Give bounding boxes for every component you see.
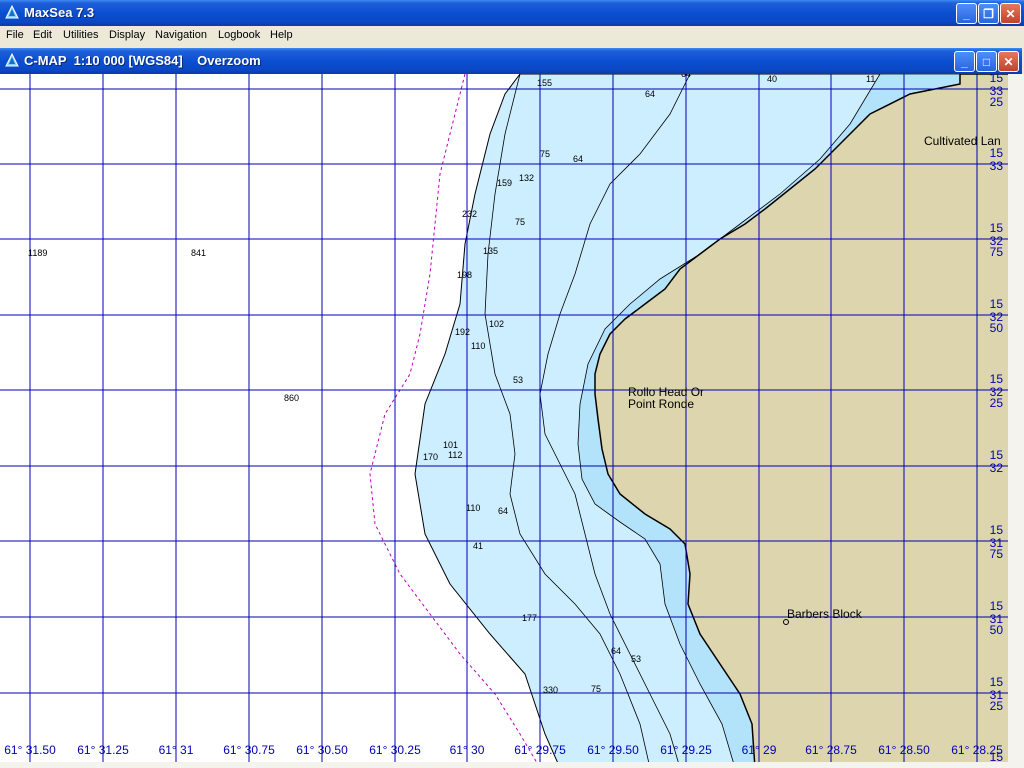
depth-sounding: 40 — [767, 74, 777, 84]
close-icon: ✕ — [1003, 54, 1014, 69]
depth-sounding: 155 — [537, 78, 552, 88]
depth-sounding: 177 — [522, 613, 537, 623]
menu-navigation[interactable]: Navigation — [155, 29, 207, 41]
longitude-label: 61° 29 — [742, 743, 777, 757]
longitude-label: 61° 30.75 — [223, 743, 275, 757]
longitude-label: 61° 29.50 — [587, 743, 639, 757]
latitude-label: 25 — [990, 699, 1004, 713]
depth-sounding: 198 — [457, 270, 472, 280]
longitude-label: 61° 30 — [450, 743, 485, 757]
depth-sounding: 64 — [611, 646, 621, 656]
depth-sounding: 75 — [591, 684, 601, 694]
depth-sounding: 64 — [498, 506, 508, 516]
longitude-label: 61° 31 — [159, 743, 194, 757]
depth-sounding: 110 — [466, 503, 480, 513]
latitude-label: 75 — [990, 245, 1004, 259]
close-icon: ✕ — [1005, 6, 1016, 21]
longitude-label: 61° 28.50 — [878, 743, 930, 757]
latitude-label: 15 — [990, 599, 1004, 613]
depth-sounding: 159 — [497, 178, 512, 188]
latitude-label: 15 — [990, 372, 1004, 386]
menu-help[interactable]: Help — [270, 29, 293, 41]
menu-edit[interactable]: Edit — [33, 29, 52, 41]
latitude-label: 15 — [990, 221, 1004, 235]
restore-button[interactable]: ❐ — [978, 3, 999, 24]
latitude-label: 33 — [990, 159, 1004, 173]
depth-sounding: 112 — [448, 450, 462, 460]
chart-vertical-scrollbar[interactable] — [1008, 74, 1024, 764]
depth-sounding: 330 — [543, 685, 558, 695]
restore-icon: ❐ — [983, 6, 994, 21]
chart-canvas[interactable]: Cultivated Lan Rollo Head Or Point Ronde… — [0, 74, 1024, 768]
depth-sounding: 64 — [573, 154, 583, 164]
longitude-label: 61° 31.50 — [4, 743, 56, 757]
depth-sounding: 170 — [423, 452, 438, 462]
longitude-scale: 61° 31.50 61° 31.25 61° 31 61° 30.75 61° 30.… — [4, 743, 1003, 757]
longitude-label: 61° 28.75 — [805, 743, 857, 757]
app-title-bar[interactable]: MaxSea 7.3 _ ❐ ✕ — [0, 0, 1024, 26]
nautical-chart[interactable]: Cultivated Lan Rollo Head Or Point Ronde… — [0, 74, 1024, 768]
latitude-label: 15 — [990, 297, 1004, 311]
longitude-label: 61° 31.25 — [77, 743, 129, 757]
latitude-label: 75 — [990, 547, 1004, 561]
depth-sounding: 1189 — [28, 248, 47, 258]
depth-sounding: 132 — [519, 173, 534, 183]
depth-sounding: 53 — [631, 654, 641, 664]
longitude-label: 61° 30.25 — [369, 743, 421, 757]
latitude-label: 15 — [990, 448, 1004, 462]
menu-bar: File Edit Utilities Display Navigation L… — [0, 26, 1024, 46]
depth-sounding: 135 — [483, 246, 498, 256]
depth-sounding: 841 — [191, 248, 206, 258]
label-barbers-block: Barbers Block — [787, 607, 863, 621]
menu-file[interactable]: File — [6, 29, 24, 41]
depth-sounding: 64 — [645, 89, 655, 99]
minimize-icon: _ — [963, 6, 970, 21]
depth-sounding: 860 — [284, 393, 299, 403]
latitude-label: 32 — [990, 461, 1004, 475]
depth-sounding: 64 — [681, 74, 691, 79]
latitude-label: 25 — [990, 396, 1004, 410]
app-title: MaxSea 7.3 — [24, 5, 95, 20]
depth-sounding: 41 — [473, 541, 483, 551]
minimize-icon: _ — [961, 54, 968, 69]
chart-maximize-button[interactable]: □ — [976, 51, 997, 72]
chart-horizontal-scrollbar[interactable] — [0, 762, 1024, 768]
depth-sounding: 232 — [462, 209, 477, 219]
label-point-ronde: Point Ronde — [628, 397, 694, 411]
maxsea-app-icon — [5, 5, 19, 19]
depth-sounding: 101 — [443, 440, 458, 450]
depth-sounding: 192 — [455, 327, 470, 337]
menu-utilities[interactable]: Utilities — [63, 29, 98, 41]
latitude-label: 15 — [990, 523, 1004, 537]
latitude-label: 15 — [990, 146, 1004, 160]
chart-minimize-button[interactable]: _ — [954, 51, 975, 72]
close-button[interactable]: ✕ — [1000, 3, 1021, 24]
menu-logbook[interactable]: Logbook — [218, 29, 260, 41]
longitude-label: 61° 29.75 — [514, 743, 566, 757]
menu-display[interactable]: Display — [109, 29, 145, 41]
chart-window-icon — [5, 53, 19, 67]
chart-window-title: C-MAP 1:10 000 [WGS84] Overzoom — [24, 53, 261, 68]
depth-sounding: 102 — [489, 319, 504, 329]
latitude-label: 50 — [990, 321, 1004, 335]
chart-close-button[interactable]: ✕ — [998, 51, 1019, 72]
minimize-button[interactable]: _ — [956, 3, 977, 24]
latitude-label: 25 — [990, 95, 1004, 109]
chart-window-title-bar[interactable]: C-MAP 1:10 000 [WGS84] Overzoom _ □ ✕ — [0, 48, 1022, 74]
maximize-icon: □ — [982, 54, 991, 69]
longitude-label: 61° 30.50 — [296, 743, 348, 757]
depth-sounding: 53 — [513, 375, 523, 385]
latitude-label: 15 — [990, 675, 1004, 689]
longitude-label: 61° 29.25 — [660, 743, 712, 757]
depth-sounding: 75 — [540, 149, 550, 159]
depth-sounding: 11 — [866, 74, 875, 84]
depth-sounding: 110 — [471, 341, 485, 351]
depth-sounding: 75 — [515, 217, 525, 227]
latitude-label: 50 — [990, 623, 1004, 637]
